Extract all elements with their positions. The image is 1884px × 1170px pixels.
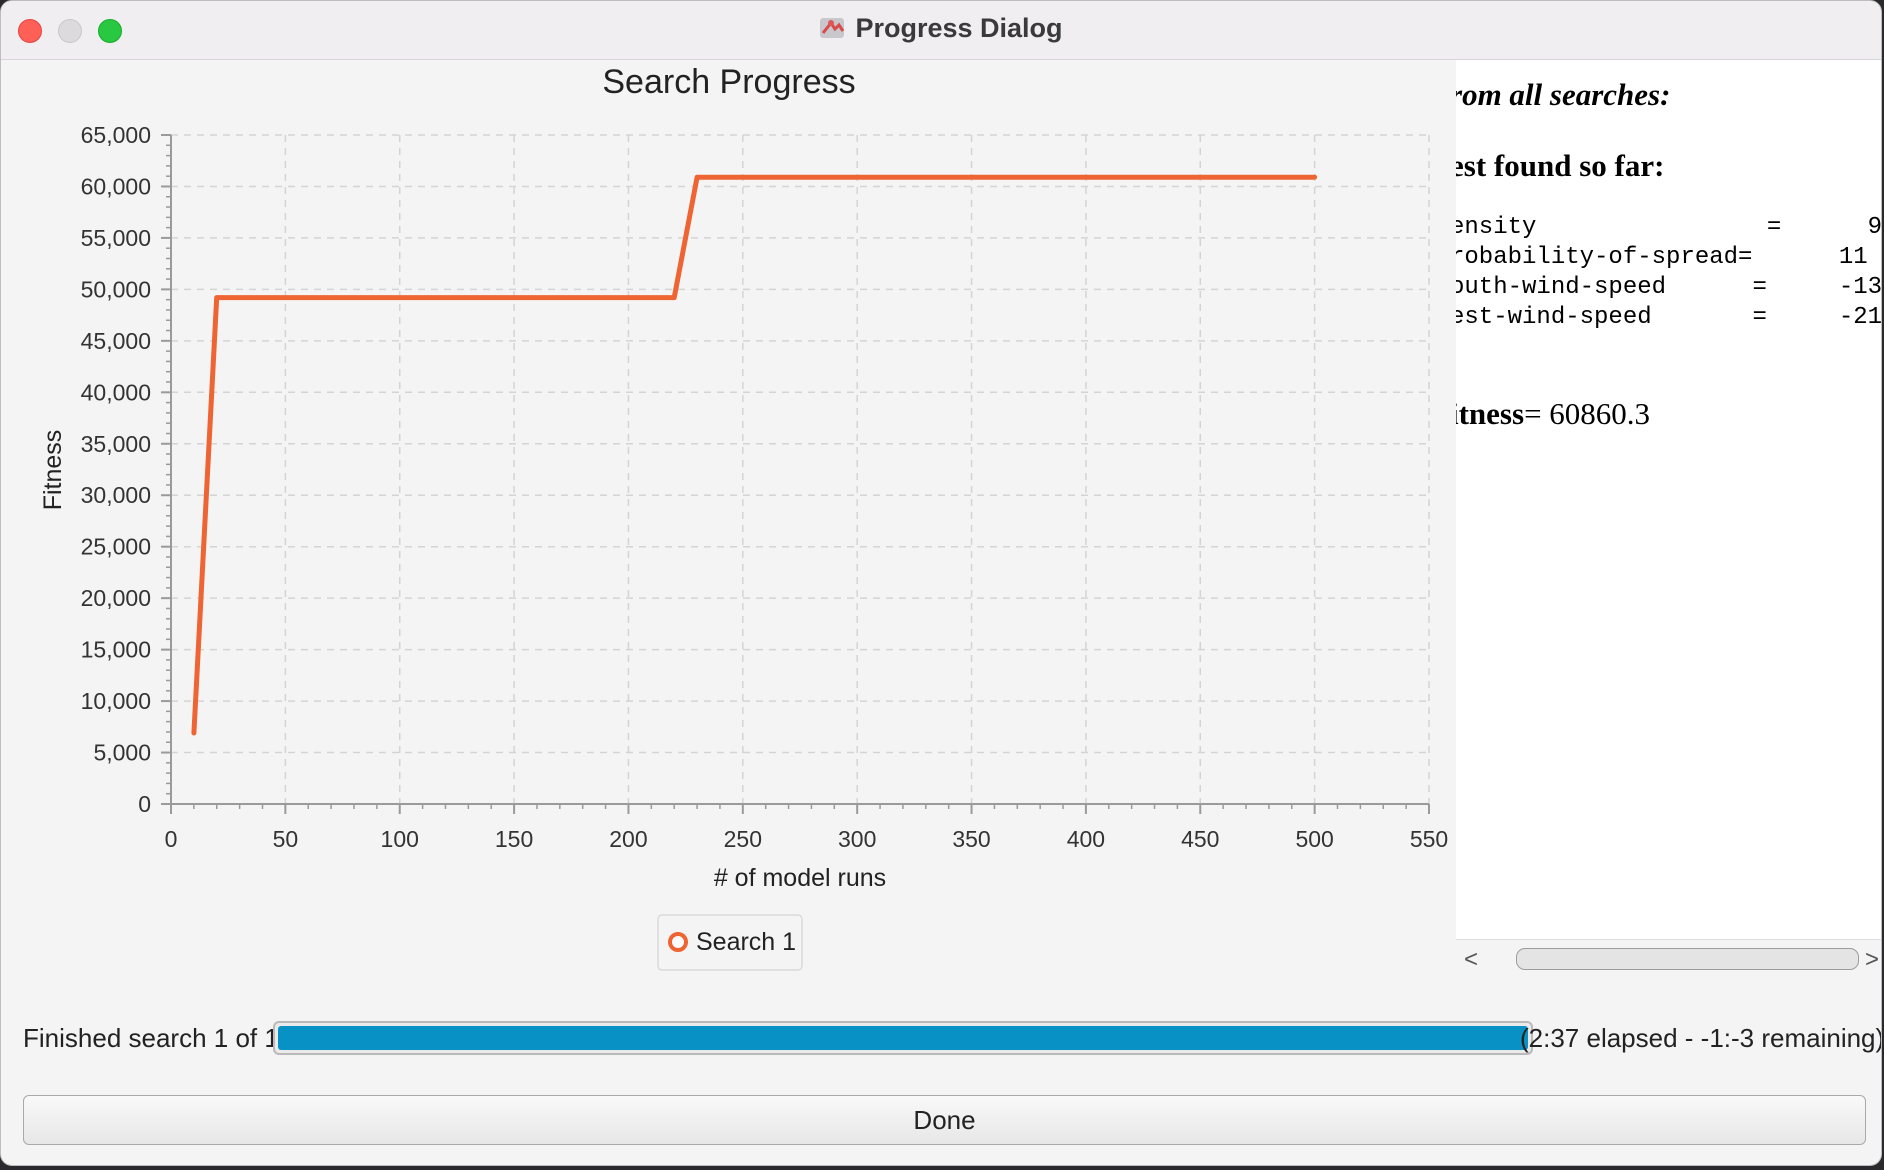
done-button[interactable]: Done bbox=[23, 1095, 1866, 1145]
parameter-line: est-wind-speed = -21 bbox=[1456, 304, 1882, 331]
y-tick-label: 40,000 bbox=[81, 379, 151, 405]
search-progress-chart: 0 50 100 150 200 250 300 350 400 450 500 550 0 5,000 1… bbox=[39, 63, 1448, 971]
y-tick-label: 30,000 bbox=[81, 482, 151, 508]
x-tick-label: 300 bbox=[838, 826, 876, 852]
chart-title: Search Progress bbox=[602, 63, 855, 101]
results-content: rom all searches: est found so far: ensi… bbox=[1456, 60, 1882, 940]
parameter-line: outh-wind-speed = -13 bbox=[1456, 274, 1882, 301]
parameter-list: ensity = 97 robability-of-spread= 11 outh-… bbox=[1456, 213, 1882, 333]
parameter-line: robability-of-spread= 11 bbox=[1456, 244, 1868, 271]
results-pane: rom all searches: est found so far: ensi… bbox=[1456, 60, 1882, 980]
best-found-heading: est found so far: bbox=[1456, 148, 1665, 183]
y-tick-label: 20,000 bbox=[81, 585, 151, 611]
x-tick-label: 0 bbox=[165, 826, 178, 852]
x-tick-label: 200 bbox=[609, 826, 647, 852]
app-icon bbox=[820, 18, 845, 38]
window-title: Progress Dialog bbox=[855, 13, 1063, 43]
y-tick-label: 45,000 bbox=[81, 328, 151, 354]
y-tick-label: 15,000 bbox=[81, 637, 151, 663]
progress-status: (2:37 elapsed - -1:-3 remaining) bbox=[1520, 1023, 1882, 1053]
scrollbar-thumb[interactable] bbox=[1516, 948, 1859, 970]
y-tick-label: 50,000 bbox=[81, 276, 151, 302]
title-bar: Progress Dialog bbox=[1, 1, 1881, 60]
progress-row: Finished search 1 of 1: (2:37 elapsed - … bbox=[23, 1021, 1881, 1061]
y-tick-label: 65,000 bbox=[81, 122, 151, 148]
progress-bar-fill bbox=[278, 1026, 1528, 1050]
plot-background bbox=[171, 135, 1429, 804]
y-tick-label: 5,000 bbox=[93, 740, 151, 766]
y-tick-label: 55,000 bbox=[81, 225, 151, 251]
fitness-result: itness= 60860.3 bbox=[1456, 396, 1650, 432]
y-tick-label: 0 bbox=[138, 791, 151, 817]
y-tick-label: 35,000 bbox=[81, 431, 151, 457]
fitness-value: = 60860.3 bbox=[1524, 396, 1651, 431]
x-tick-label: 350 bbox=[952, 826, 990, 852]
x-tick-label: 100 bbox=[381, 826, 419, 852]
x-tick-label: 150 bbox=[495, 826, 533, 852]
progress-bar bbox=[273, 1021, 1533, 1055]
parameter-line: ensity = 97 bbox=[1456, 214, 1882, 241]
x-axis-label: # of model runs bbox=[714, 864, 886, 892]
x-tick-label: 400 bbox=[1067, 826, 1105, 852]
x-tick-label: 250 bbox=[724, 826, 762, 852]
legend-label: Search 1 bbox=[696, 928, 796, 956]
progress-dialog-window: Progress Dialog 0 50 100 150 200 250 300 350 400… bbox=[0, 0, 1882, 1166]
fitness-label: itness bbox=[1456, 396, 1525, 431]
progress-label: Finished search 1 of 1: bbox=[23, 1023, 287, 1053]
legend-marker bbox=[668, 932, 688, 952]
y-tick-label: 60,000 bbox=[81, 173, 151, 199]
y-tick-label: 25,000 bbox=[81, 534, 151, 560]
window-title-group: Progress Dialog bbox=[1, 13, 1881, 44]
chart-panel: 0 50 100 150 200 250 300 350 400 450 500 550 0 5,000 1… bbox=[1, 60, 1456, 980]
x-tick-label: 450 bbox=[1181, 826, 1219, 852]
scroll-right-arrow-icon[interactable]: > bbox=[1865, 946, 1879, 974]
x-tick-label: 500 bbox=[1295, 826, 1333, 852]
y-axis-label: Fitness bbox=[39, 430, 67, 511]
x-tick-label: 550 bbox=[1410, 826, 1448, 852]
x-tick-label: 50 bbox=[273, 826, 299, 852]
scroll-left-arrow-icon[interactable]: < bbox=[1464, 946, 1478, 974]
horizontal-scrollbar[interactable]: < > bbox=[1456, 939, 1881, 980]
results-heading: rom all searches: bbox=[1456, 77, 1671, 112]
y-tick-label: 10,000 bbox=[81, 688, 151, 714]
